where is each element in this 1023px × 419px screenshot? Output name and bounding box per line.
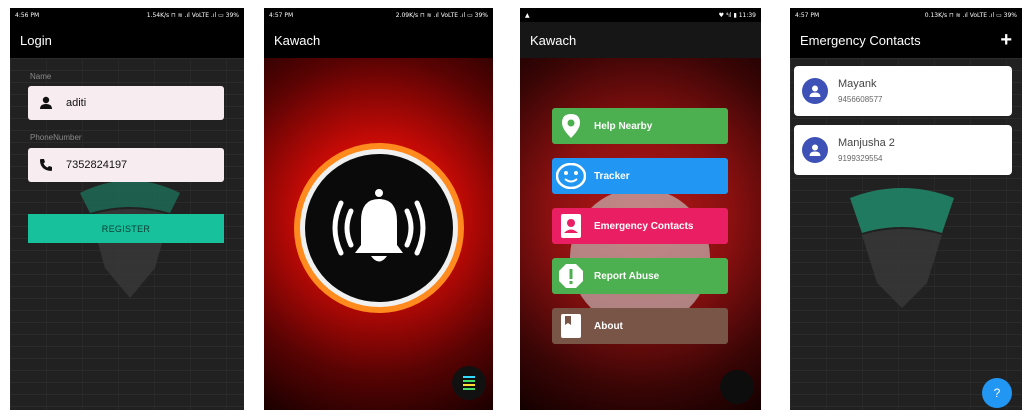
menu-item-label: Help Nearby	[594, 120, 653, 132]
contact-card-icon	[556, 211, 586, 241]
status-time: 4:57 PM	[795, 11, 820, 19]
contact-phone: 9199329554	[838, 154, 883, 163]
status-indicators: 2.09K/s ⊓ ≋ .ıl VoLTE .ıl ▭ 39%	[395, 11, 488, 19]
avatar	[802, 137, 828, 163]
status-time: 4:56 PM	[15, 11, 40, 19]
status-alert: ▲	[525, 11, 530, 19]
register-button[interactable]: REGISTER	[28, 214, 224, 243]
page-title: Emergency Contacts	[800, 32, 921, 48]
menu-fab[interactable]	[452, 366, 486, 400]
avatar	[802, 78, 828, 104]
status-bar: 4:57 PM 0.13K/s ⊓ ≋ .ıl VoLTE .ıl ▭ 39%	[790, 8, 1022, 22]
contact-card[interactable]: Manjusha 2 9199329554	[794, 125, 1012, 175]
status-bar: 4:57 PM 2.09K/s ⊓ ≋ .ıl VoLTE .ıl ▭ 39%	[264, 8, 493, 22]
app-bar: Kawach	[264, 22, 493, 58]
menu-item-tracker[interactable]: Tracker	[552, 158, 728, 194]
person-icon	[809, 144, 821, 156]
status-time: 4:57 PM	[269, 11, 294, 19]
contact-name: Mayank	[838, 78, 877, 90]
contact-phone: 9456608577	[838, 95, 883, 104]
menu-item-help-nearby[interactable]: Help Nearby	[552, 108, 728, 144]
menu-item-label: Emergency Contacts	[594, 220, 694, 232]
panic-alarm-button[interactable]	[294, 143, 464, 313]
page-title: Kawach	[530, 32, 577, 48]
status-bar: 4:56 PM 1.54K/s ⊓ ≋ .ıl VoLTE .ıl ▭ 39%	[10, 8, 244, 22]
alarm-core	[305, 154, 453, 302]
menu-item-label: Tracker	[594, 170, 630, 182]
phone-value: 7352824197	[66, 159, 128, 171]
page-title: Login	[20, 32, 52, 48]
help-fab[interactable]: ?	[982, 378, 1012, 408]
menu-lines-icon	[463, 376, 475, 390]
alarm-ring	[300, 149, 458, 307]
phone-icon	[38, 157, 54, 173]
alert-octagon-icon	[556, 261, 586, 291]
phone-label: PhoneNumber	[30, 133, 82, 142]
menu-item-report-abuse[interactable]: Report Abuse	[552, 258, 728, 294]
menu-item-about[interactable]: About	[552, 308, 728, 344]
contacts-screen: 4:57 PM 0.13K/s ⊓ ≋ .ıl VoLTE .ıl ▭ 39% …	[790, 8, 1022, 410]
app-bar: Kawach	[520, 22, 761, 58]
bell-alarm-icon	[332, 189, 426, 262]
login-screen: 4:56 PM 1.54K/s ⊓ ≋ .ıl VoLTE .ıl ▭ 39% …	[10, 8, 244, 410]
status-indicators: 0.13K/s ⊓ ≋ .ıl VoLTE .ıl ▭ 39%	[924, 11, 1017, 19]
home-screen: 4:57 PM 2.09K/s ⊓ ≋ .ıl VoLTE .ıl ▭ 39% …	[264, 8, 493, 410]
app-bar: Login	[10, 22, 244, 58]
page-title: Kawach	[274, 32, 321, 48]
menu-screen: ▲ ♥ ⁴ıl ▮ 11:39 Kawach Help Nearby Track…	[520, 8, 761, 410]
bookmark-icon	[556, 311, 586, 341]
add-contact-button[interactable]: +	[1000, 29, 1012, 52]
menu-fab[interactable]	[720, 370, 754, 404]
menu-item-label: Report Abuse	[594, 270, 660, 282]
status-indicators: ♥ ⁴ıl ▮ 11:39	[718, 11, 756, 19]
contact-card[interactable]: Mayank 9456608577	[794, 66, 1012, 116]
contact-name: Manjusha 2	[838, 137, 895, 149]
name-value: aditi	[66, 97, 87, 109]
menu-item-emergency-contacts[interactable]: Emergency Contacts	[552, 208, 728, 244]
phone-field[interactable]: 7352824197	[28, 148, 224, 182]
person-icon	[38, 95, 54, 111]
shield-logo-icon	[850, 188, 954, 308]
menu-item-label: About	[594, 320, 623, 332]
smiley-face-icon	[556, 161, 586, 191]
status-indicators: 1.54K/s ⊓ ≋ .ıl VoLTE .ıl ▭ 39%	[146, 11, 239, 19]
app-bar: Emergency Contacts +	[790, 22, 1022, 58]
status-bar: ▲ ♥ ⁴ıl ▮ 11:39	[520, 8, 761, 22]
name-label: Name	[30, 72, 52, 81]
location-pin-icon	[556, 111, 586, 141]
name-field[interactable]: aditi	[28, 86, 224, 120]
person-icon	[809, 85, 821, 97]
